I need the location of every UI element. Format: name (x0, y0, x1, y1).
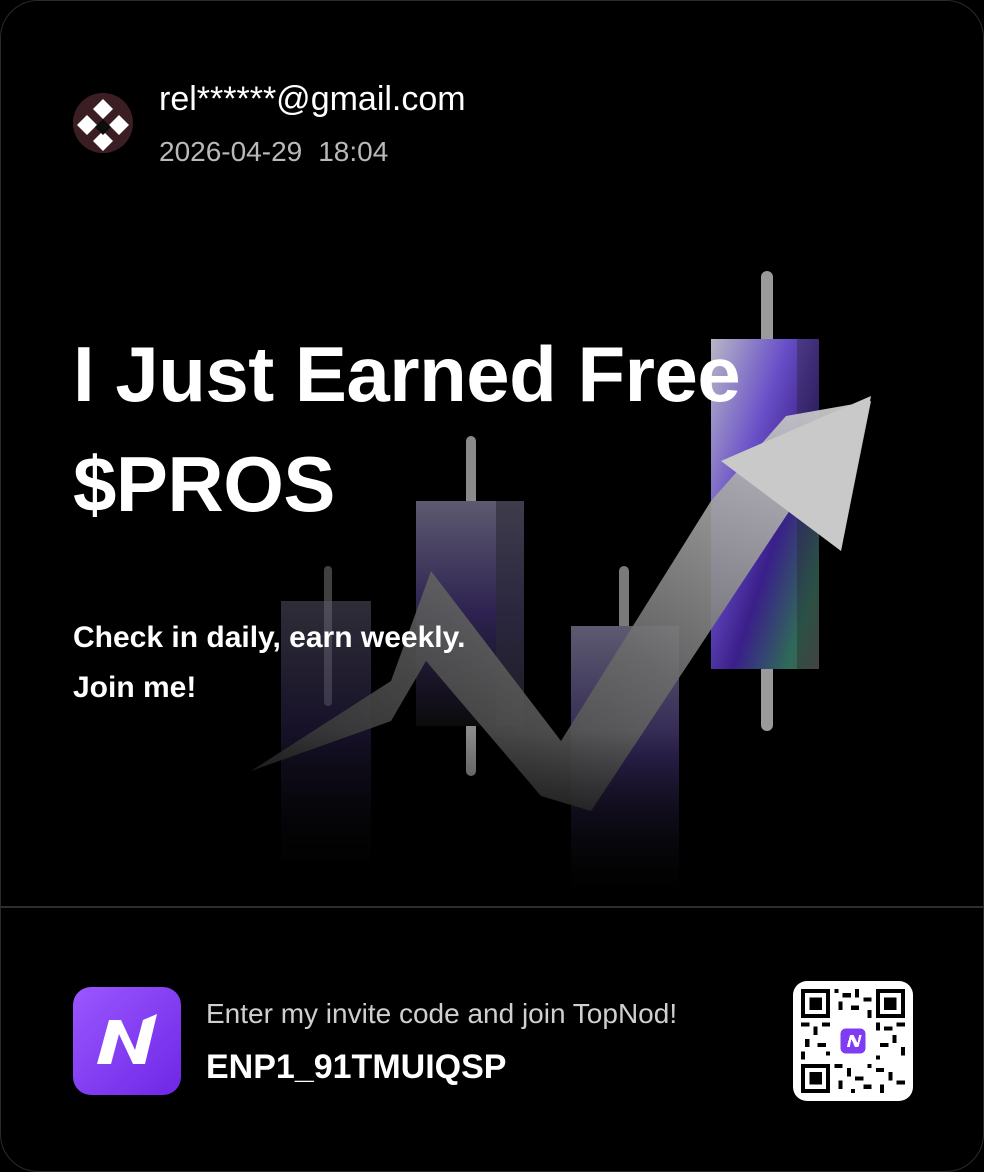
headline-line-1: I Just Earned Free (73, 330, 741, 418)
qr-code-icon (801, 989, 905, 1093)
subtext-line-1: Check in daily, earn weekly. (73, 621, 466, 654)
post-time: 18:04 (318, 136, 389, 167)
post-date: 2026-04-29 (159, 136, 303, 167)
avatar (73, 93, 133, 153)
qr-code[interactable] (793, 981, 913, 1101)
share-card: rel******@gmail.com 2026-04-29 18:04 I J… (0, 0, 984, 1172)
topnod-n-logo-icon (97, 1014, 157, 1064)
subtext-line-2: Join me! (73, 671, 197, 704)
invite-code[interactable]: ENP1_91TMUIQSP (206, 1047, 506, 1087)
divider (1, 906, 983, 908)
subtext: Check in daily, earn weekly. Join me! (73, 613, 465, 713)
invite-label: Enter my invite code and join TopNod! (206, 998, 678, 1029)
user-header: rel******@gmail.com 2026-04-29 18:04 (73, 79, 466, 169)
headline-line-2: $PROS (73, 440, 335, 528)
headline: I Just Earned Free $PROS (73, 319, 833, 539)
post-timestamp: 2026-04-29 18:04 (159, 135, 466, 169)
user-email: rel******@gmail.com (159, 80, 466, 118)
topnod-logo (73, 987, 181, 1095)
diamond-pattern-avatar-icon (73, 93, 133, 153)
